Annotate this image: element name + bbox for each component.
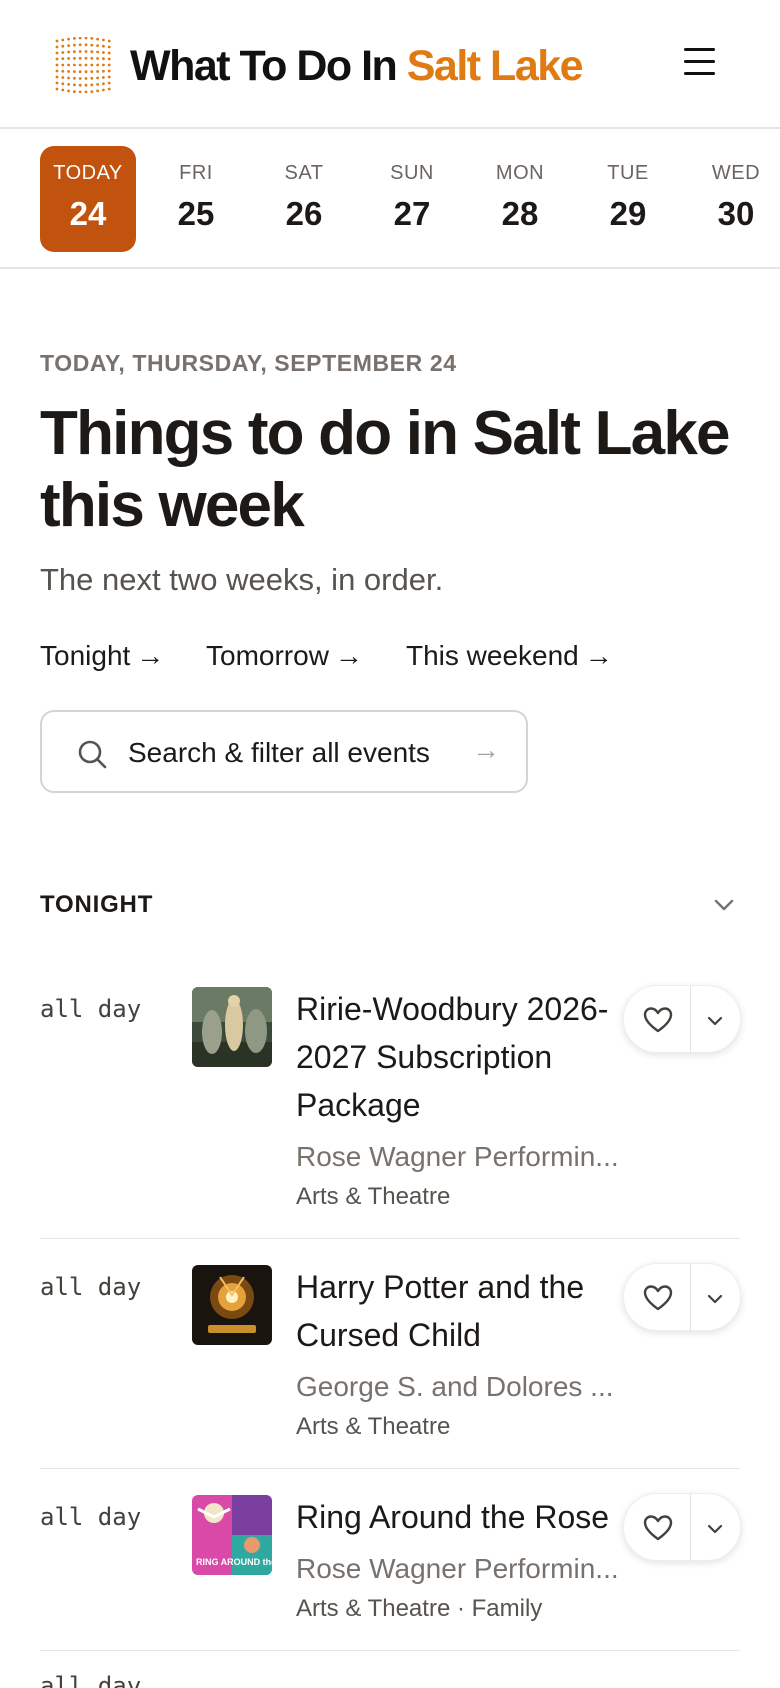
current-dateline: TODAY, THURSDAY, SEPTEMBER 24 [40,350,457,376]
arrow-right-icon: → [334,640,363,671]
day-today[interactable]: TODAY 24 [40,146,136,252]
brand-text-primary: What To Do In [130,42,407,90]
link-label: Tonight [40,640,131,671]
search-filter-button[interactable]: Search & filter all events → [40,710,528,793]
day-date: 28 [501,195,539,232]
actions-divider [690,986,691,1054]
day-date: 30 [717,195,755,232]
event-divider [40,1238,740,1239]
day-name: SUN [390,162,434,184]
brand-title[interactable]: What To Do In Salt Lake [130,40,584,92]
day-date: 26 [285,195,323,232]
hamburger-menu-icon[interactable] [684,48,716,80]
thumb-text: RING AROUND the ROSE [196,1557,272,1567]
event-item-partial: all day [40,1672,740,1688]
link-tomorrow[interactable]: Tomorrow → [206,640,363,672]
grid-logo-icon[interactable] [53,37,114,93]
day-name: SAT [284,162,324,184]
event-actions [623,1493,741,1562]
event-category: Arts & Theatre [296,1183,451,1210]
event-item: all day RING AROUND the ROSE Ring Around… [40,1493,741,1633]
link-label: Tomorrow [206,640,329,671]
chevron-down-icon[interactable] [712,893,736,917]
day-name: WED [711,162,761,184]
search-icon [78,740,107,769]
day-wed[interactable]: WED 30 [688,146,780,252]
chevron-down-icon[interactable] [704,1010,726,1032]
event-divider [40,1468,740,1469]
event-thumbnail[interactable]: RING AROUND the ROSE [192,1495,272,1575]
event-category: Arts & Theatre [296,1413,451,1440]
arrow-right-icon: → [584,640,613,671]
day-mon[interactable]: MON 28 [472,146,568,252]
day-name: FRI [179,162,213,184]
search-label: Search & filter all events [128,737,430,768]
event-thumbnail[interactable] [192,987,272,1067]
chevron-down-icon[interactable] [704,1518,726,1540]
heart-icon[interactable] [642,1004,674,1036]
day-sat[interactable]: SAT 26 [256,146,352,252]
event-venue: Rose Wagner Performin... [296,1141,619,1172]
event-actions [623,985,741,1054]
page-subtitle: The next two weeks, in order. [40,562,444,597]
heart-icon[interactable] [642,1512,674,1544]
chevron-down-icon[interactable] [704,1288,726,1310]
brand-text-accent: Salt Lake [406,42,584,90]
event-time: all day [40,1672,142,1688]
day-sun[interactable]: SUN 27 [364,146,460,252]
event-venue: Rose Wagner Performin... [296,1553,619,1584]
event-venue: George S. and Dolores ... [296,1371,614,1402]
event-title[interactable]: Ring Around the Rose [296,1493,646,1541]
actions-divider [690,1264,691,1332]
link-tonight[interactable]: Tonight → [40,640,164,672]
event-thumbnail[interactable] [192,1265,272,1345]
event-title[interactable]: Harry Potter and the Cursed Child [296,1263,646,1359]
event-time: all day [40,995,142,1023]
event-divider [40,1650,740,1651]
day-name: MON [495,162,545,184]
page-title: Things to do in Salt Lake this week [40,399,731,540]
day-name: TUE [607,162,649,184]
day-date: 24 [69,195,107,232]
link-this-weekend[interactable]: This weekend → [406,640,613,672]
arrow-right-icon: → [136,640,165,671]
event-actions [623,1263,741,1332]
event-category: Arts & Theatre · Family [296,1595,543,1622]
day-date: 25 [177,195,215,232]
section-label: TONIGHT [40,891,154,918]
event-item: all day Harry Potter and the Cursed Chil… [40,1263,741,1443]
event-time: all day [40,1273,142,1301]
site-header: What To Do In Salt Lake [0,0,780,129]
event-title[interactable]: Ririe-Woodbury 2026-2027 Subscription Pa… [296,985,646,1129]
link-label: This weekend [406,640,579,671]
day-date: 29 [609,195,647,232]
section-tonight[interactable]: TONIGHT [40,891,740,921]
heart-icon[interactable] [642,1282,674,1314]
arrow-right-icon: → [472,734,500,765]
day-date: 27 [393,195,431,232]
day-selector: TODAY 24 FRI 25 SAT 26 SUN 27 MON 28 TUE… [0,129,780,269]
event-item: all day Ririe-Woodbury 2026-2027 Subscri… [40,985,741,1215]
actions-divider [690,1494,691,1562]
day-fri[interactable]: FRI 25 [148,146,244,252]
day-tue[interactable]: TUE 29 [580,146,676,252]
event-time: all day [40,1503,142,1531]
day-name: TODAY [53,162,123,184]
